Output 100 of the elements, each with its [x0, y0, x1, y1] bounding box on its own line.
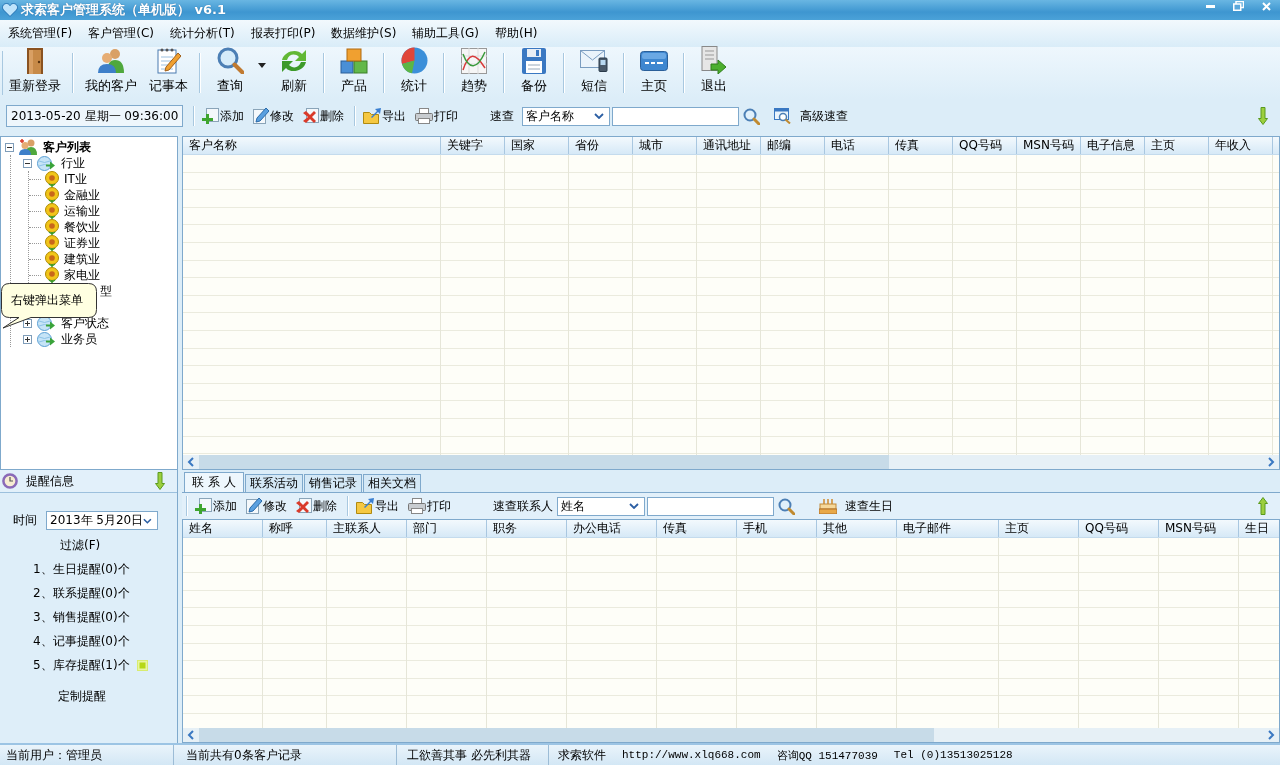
filter-button[interactable]: 过滤(F)	[60, 537, 101, 554]
collapse-icon[interactable]	[5, 142, 14, 152]
scrollbar-thumb[interactable]	[199, 728, 934, 742]
down-arrow-icon[interactable]	[1258, 107, 1268, 125]
column-header[interactable]: 其他	[817, 520, 897, 537]
column-header[interactable]: 职务	[487, 520, 567, 537]
collapse-icon[interactable]	[23, 158, 32, 168]
menu-item[interactable]: 统计分析(T)	[163, 23, 242, 44]
column-header[interactable]: 主页	[1145, 137, 1209, 154]
menu-item[interactable]: 客户管理(C)	[81, 23, 161, 44]
down-arrow-icon[interactable]	[155, 472, 165, 490]
reminder-item[interactable]: 2、联系提醒(0)个	[33, 585, 130, 602]
toolbar-button[interactable]: 打印	[412, 105, 462, 127]
scrollbar-thumb[interactable]	[199, 455, 889, 469]
toolbar-button[interactable]: 删除	[300, 105, 348, 127]
column-header[interactable]: 省份	[569, 137, 633, 154]
column-header[interactable]: 邮编	[761, 137, 825, 154]
column-header[interactable]: 办公电话	[567, 520, 657, 537]
toolbar-button[interactable]: 刷新	[272, 47, 316, 99]
tree-item[interactable]: 行业	[60, 154, 86, 172]
search-icon[interactable]	[778, 497, 795, 515]
toolbar-button[interactable]: 短信	[572, 47, 616, 99]
column-header[interactable]: 生日	[1239, 520, 1279, 537]
toolbar-button[interactable]: 记事本	[145, 47, 192, 99]
toolbar-button[interactable]: 退出	[692, 47, 736, 99]
up-arrow-icon[interactable]	[1258, 497, 1268, 515]
column-header[interactable]: 关键字	[441, 137, 505, 154]
scroll-left-icon[interactable]	[187, 730, 195, 740]
tree-item[interactable]: 运输业	[63, 202, 101, 220]
column-header[interactable]: 客户名称	[183, 137, 441, 154]
toolbar-button[interactable]: 修改	[250, 105, 298, 127]
column-header[interactable]: 传真	[889, 137, 953, 154]
column-header[interactable]: 电话	[825, 137, 889, 154]
reminder-item[interactable]: 1、生日提醒(0)个	[33, 561, 130, 578]
column-header[interactable]: 传真	[657, 520, 737, 537]
scroll-right-icon[interactable]	[1267, 730, 1275, 740]
tree-item[interactable]: 金融业	[63, 186, 101, 204]
horizontal-scrollbar[interactable]	[183, 455, 1279, 469]
column-header[interactable]: 电子邮件	[897, 520, 999, 537]
column-header[interactable]: 部门	[407, 520, 487, 537]
scroll-right-icon[interactable]	[1267, 457, 1275, 467]
toolbar-button[interactable]: 产品	[332, 47, 376, 99]
reminder-item[interactable]: 5、库存提醒(1)个	[33, 657, 130, 674]
tree-item[interactable]: IT业	[63, 170, 88, 188]
custom-reminder-button[interactable]: 定制提醒	[58, 688, 106, 705]
tree-item[interactable]: 客户列表	[42, 138, 92, 156]
column-header[interactable]: 国家	[505, 137, 569, 154]
toolbar-button[interactable]: 添加	[199, 105, 248, 127]
column-header[interactable]: 主联系人	[327, 520, 407, 537]
tab[interactable]: 联 系 人	[184, 472, 244, 492]
horizontal-scrollbar[interactable]	[183, 728, 1279, 742]
toolbar-button[interactable]: 备份	[512, 47, 556, 99]
column-header[interactable]: 电子信息	[1081, 137, 1145, 154]
search-icon[interactable]	[743, 107, 761, 125]
tree-item[interactable]: 型	[99, 283, 113, 300]
menu-item[interactable]: 系统管理(F)	[1, 23, 80, 44]
column-header[interactable]: 称呼	[263, 520, 327, 537]
menu-item[interactable]: 数据维护(S)	[324, 23, 404, 44]
search-input[interactable]	[612, 106, 740, 126]
column-header[interactable]: MSN号码	[1159, 520, 1239, 537]
toolbar-button[interactable]: 导出	[360, 105, 410, 127]
menu-item[interactable]: 辅助工具(G)	[405, 23, 486, 44]
search-input[interactable]	[647, 496, 774, 516]
toolbar-button[interactable]: 统计	[392, 47, 436, 99]
toolbar-button[interactable]: 主页	[632, 47, 676, 99]
column-header[interactable]: QQ号码	[953, 137, 1017, 154]
toolbar-button[interactable]: 重新登录	[5, 47, 65, 99]
search-field-dropdown[interactable]: 客户名称	[522, 106, 611, 126]
scroll-left-icon[interactable]	[187, 457, 195, 467]
birthday-search-button[interactable]: 速查生日	[819, 497, 893, 515]
date-dropdown[interactable]: 2013年 5月20日	[46, 511, 158, 530]
toolbar-button[interactable]: 导出	[353, 495, 402, 517]
toolbar-button[interactable]: 删除	[293, 495, 340, 517]
toolbar-button[interactable]: 添加	[192, 495, 240, 517]
search-field-dropdown[interactable]: 姓名	[557, 496, 645, 516]
column-header[interactable]: MSN号码	[1017, 137, 1081, 154]
column-header[interactable]: 年收入	[1209, 137, 1273, 154]
column-header[interactable]: 手机	[737, 520, 817, 537]
menu-item[interactable]: 帮助(H)	[488, 23, 545, 44]
menu-item[interactable]: 报表打印(P)	[243, 23, 323, 44]
toolbar-button[interactable]: 查询	[208, 47, 252, 99]
tree-item[interactable]: 餐饮业	[63, 218, 101, 236]
column-header[interactable]: 姓名	[183, 520, 263, 537]
tree-item[interactable]: 业务员	[60, 330, 98, 348]
tree-item[interactable]: 证券业	[63, 234, 101, 252]
column-header[interactable]: QQ号码	[1079, 520, 1159, 537]
tab[interactable]: 相关文档	[362, 474, 421, 492]
column-header[interactable]: 主页	[999, 520, 1079, 537]
tree-item[interactable]: 建筑业	[63, 250, 101, 268]
toolbar-button[interactable]: 修改	[243, 495, 290, 517]
tab[interactable]: 联系活动	[244, 474, 303, 492]
reminder-item[interactable]: 4、记事提醒(0)个	[33, 633, 130, 650]
advanced-search-button[interactable]: 高级速查	[774, 107, 849, 125]
toolbar-button[interactable]: 打印	[405, 495, 454, 517]
toolbar-button[interactable]: 趋势	[452, 47, 496, 99]
column-header[interactable]: 城市	[633, 137, 697, 154]
tree-item[interactable]: 家电业	[63, 266, 101, 284]
column-header[interactable]: 通讯地址	[697, 137, 761, 154]
expand-icon[interactable]	[23, 334, 32, 344]
tab[interactable]: 销售记录	[303, 474, 362, 492]
